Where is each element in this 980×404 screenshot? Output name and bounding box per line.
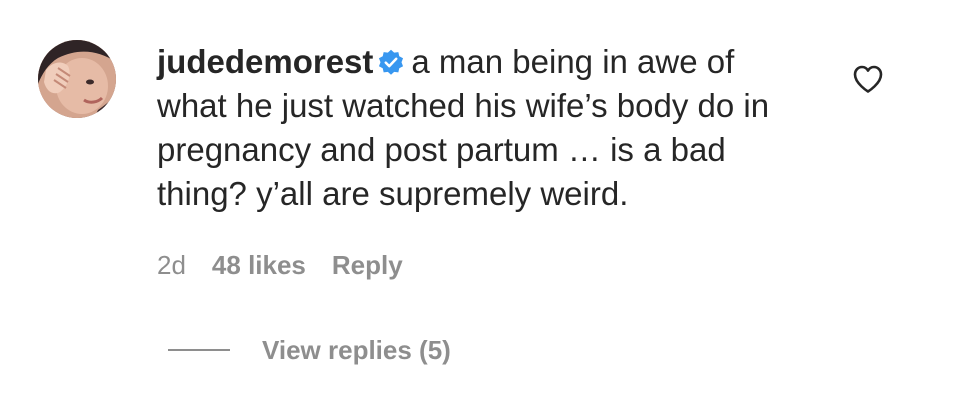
heart-outline-icon[interactable]	[852, 64, 884, 94]
view-replies-label: View replies (5)	[262, 334, 451, 365]
replies-divider-line	[168, 349, 230, 351]
comment-body: judedemorest a man being in awe of what …	[157, 40, 797, 216]
comment: judedemorest a man being in awe of what …	[0, 0, 980, 404]
username-link[interactable]: judedemorest	[157, 43, 373, 80]
comment-meta: 2d 48 likes Reply	[157, 248, 429, 282]
likes-count-link[interactable]: 48 likes	[212, 250, 306, 280]
view-replies-button[interactable]: View replies (5)	[168, 332, 451, 368]
reply-button[interactable]: Reply	[332, 250, 403, 280]
comment-timestamp: 2d	[157, 250, 186, 280]
user-avatar[interactable]	[38, 40, 116, 118]
verified-badge-icon	[377, 49, 405, 77]
